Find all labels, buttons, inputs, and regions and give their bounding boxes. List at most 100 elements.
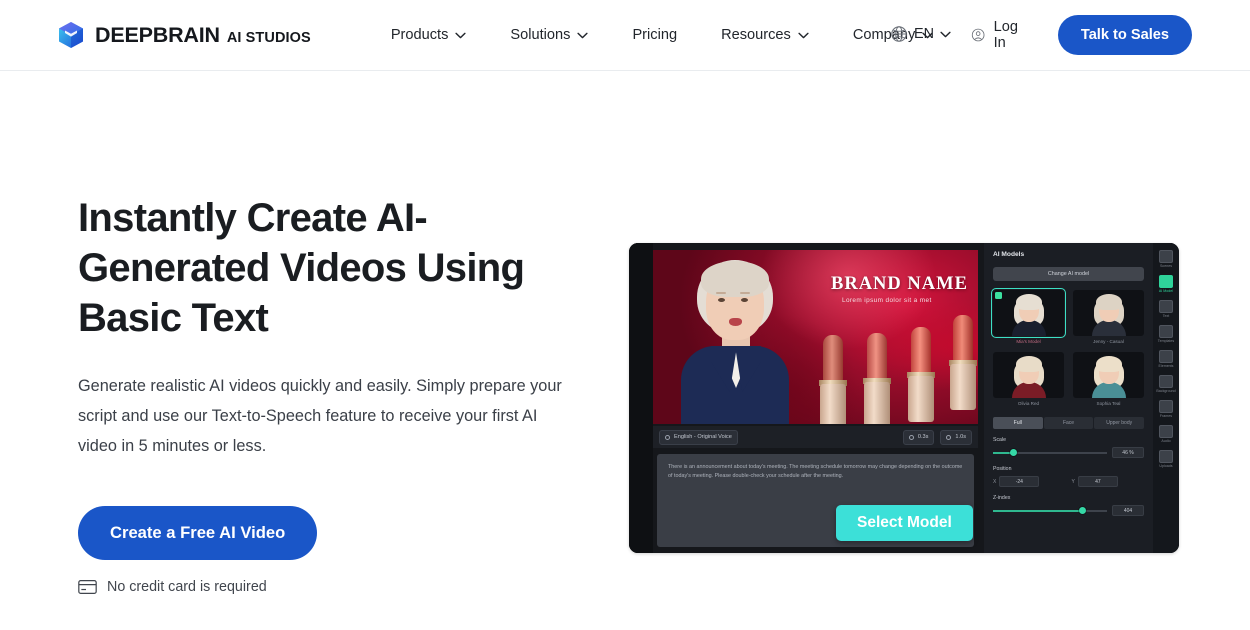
model-crop-tabs: Full Face Upper body <box>993 417 1145 429</box>
ai-model-card[interactable]: Mia's Model <box>991 288 1066 344</box>
background-icon <box>1159 375 1173 388</box>
editor-left-rail <box>629 243 653 553</box>
credit-card-icon <box>78 580 97 594</box>
language-voice-chip[interactable]: English - Original Voice <box>659 429 738 445</box>
scale-value[interactable]: 46 % <box>1112 447 1144 458</box>
header-actions: Log In Talk to Sales <box>955 11 1192 59</box>
timing-chips: 0.3s 1.0s <box>902 429 972 445</box>
uploads-icon <box>1159 450 1173 463</box>
zindex-control: Z-index 404 <box>993 495 1144 516</box>
video-brand-name: BRAND NAME <box>831 274 968 294</box>
templates-icon <box>1158 325 1173 338</box>
language-voice-label: English - Original Voice <box>674 434 732 440</box>
ai-model-card[interactable]: Olivia Red <box>993 352 1064 406</box>
scenes-icon <box>1159 250 1173 263</box>
duration-chip[interactable]: 1.0s <box>940 429 972 445</box>
cube-logo-icon <box>59 22 83 48</box>
chevron-down-icon <box>798 32 809 38</box>
nav-item-pricing[interactable]: Pricing <box>610 19 699 51</box>
tab-upper-body[interactable]: Upper body <box>1094 417 1145 429</box>
tool-ai-model[interactable]: AI Model <box>1159 275 1173 293</box>
tool-audio[interactable]: Audio <box>1159 425 1173 443</box>
frames-icon <box>1159 400 1173 413</box>
login-button[interactable]: Log In <box>955 11 1042 59</box>
brand-suffix: AI STUDIOS <box>226 29 311 46</box>
ai-model-icon <box>1159 275 1173 288</box>
tab-full[interactable]: Full <box>993 417 1043 429</box>
tool-scenes[interactable]: Scenes <box>1159 250 1173 268</box>
ai-models-panel-body: AI Models Change AI model Mia's Model Je… <box>984 243 1153 553</box>
duration-label: 1.0s <box>955 434 966 440</box>
tool-label: AI Model <box>1158 289 1174 293</box>
clock-icon <box>908 434 914 440</box>
ai-model-card[interactable]: Jenny - Casual <box>1073 290 1144 344</box>
page-title: Instantly Create AI-Generated Videos Usi… <box>78 196 525 340</box>
ai-model-label: Olivia Red <box>1017 401 1040 406</box>
text-icon <box>1159 300 1173 313</box>
tool-label: Frames <box>1159 414 1173 418</box>
brand-logo[interactable]: DEEPBRAIN AI STUDIOS <box>58 21 311 49</box>
scale-label: Scale <box>993 437 1006 443</box>
voice-icon <box>665 434 670 440</box>
zindex-slider[interactable] <box>993 506 1107 515</box>
chevron-down-icon <box>455 32 467 38</box>
tool-elements[interactable]: Elements <box>1158 350 1173 368</box>
tool-label: Templates <box>1157 339 1175 343</box>
chevron-down-icon <box>577 32 589 38</box>
talk-to-sales-button[interactable]: Talk to Sales <box>1057 15 1192 55</box>
video-preview: BRAND NAME Lorem ipsum dolor sit a met <box>653 250 978 424</box>
ai-model-grid: Mia's Model Jenny - Casual Olivia Red So… <box>991 288 1144 406</box>
tool-uploads[interactable]: Uploads <box>1159 450 1173 468</box>
nav-item-resources[interactable]: Resources <box>699 19 831 51</box>
user-circle-icon <box>972 28 985 42</box>
change-ai-model-button[interactable]: Change AI model <box>993 267 1144 281</box>
selected-check-icon <box>995 292 1002 299</box>
elements-icon <box>1158 350 1173 363</box>
zindex-value[interactable]: 404 <box>1112 505 1144 516</box>
tool-label: Background <box>1156 389 1176 393</box>
language-label: EN <box>914 26 934 42</box>
editor-canvas-area: BRAND NAME Lorem ipsum dolor sit a met E… <box>629 243 984 553</box>
position-y-key: Y <box>1071 478 1075 485</box>
position-control: Position X -24 Y 47 <box>993 466 1144 487</box>
scale-control: Scale 46 % <box>993 437 1144 458</box>
tool-text[interactable]: Text <box>1159 300 1173 318</box>
panel-title: AI Models <box>993 251 1025 258</box>
no-credit-card-note: No credit card is required <box>78 579 588 595</box>
nav-label: Products <box>390 27 449 43</box>
site-header: DEEPBRAIN AI STUDIOS Products Solutions … <box>0 0 1250 71</box>
tool-label: Uploads <box>1159 464 1173 468</box>
tool-label: Scenes <box>1160 264 1172 268</box>
script-text: There is an announcement about today's m… <box>668 464 963 479</box>
main-navigation: Products Solutions Pricing Resources Com… <box>369 19 955 51</box>
login-label: Log In <box>993 19 1018 51</box>
position-x-key: X <box>993 478 997 485</box>
tool-templates[interactable]: Templates <box>1158 325 1174 343</box>
script-toolbar: English - Original Voice 0.3s 1.0s <box>653 426 978 448</box>
ai-models-panel: AI Models Change AI model Mia's Model Je… <box>984 243 1179 553</box>
hero-content: Instantly Create AI-Generated Videos Usi… <box>78 193 588 595</box>
audio-icon <box>1159 425 1173 438</box>
pause-chip[interactable]: 0.3s <box>902 429 935 445</box>
tool-label: Text <box>1162 314 1170 318</box>
tool-background[interactable]: Background <box>1156 375 1176 393</box>
nav-label: Solutions <box>510 27 571 43</box>
tab-face[interactable]: Face <box>1043 417 1094 429</box>
nav-label: Pricing <box>632 27 678 43</box>
ai-model-card[interactable]: Sophia Teal <box>1073 352 1144 406</box>
video-brand-tagline: Lorem ipsum dolor sit a met <box>842 297 932 304</box>
editor-tool-sidebar: Scenes AI Model Text Templates Elements … <box>1153 243 1179 553</box>
globe-icon <box>891 26 907 42</box>
scale-slider[interactable] <box>993 448 1107 457</box>
position-x-value[interactable]: -24 <box>999 476 1040 487</box>
select-model-button[interactable]: Select Model <box>836 505 973 541</box>
ai-model-label: Sophia Teal <box>1096 401 1121 406</box>
language-selector[interactable]: EN <box>890 25 951 43</box>
hero-description: Generate realistic AI videos quickly and… <box>78 377 562 455</box>
create-free-ai-video-button[interactable]: Create a Free AI Video <box>78 506 318 560</box>
position-y-value[interactable]: 47 <box>1077 476 1118 487</box>
tool-frames[interactable]: Frames <box>1159 400 1173 418</box>
nav-item-products[interactable]: Products <box>369 19 489 51</box>
nav-item-solutions[interactable]: Solutions <box>488 19 610 51</box>
product-screenshot-mockup: BRAND NAME Lorem ipsum dolor sit a met E… <box>629 243 1179 553</box>
